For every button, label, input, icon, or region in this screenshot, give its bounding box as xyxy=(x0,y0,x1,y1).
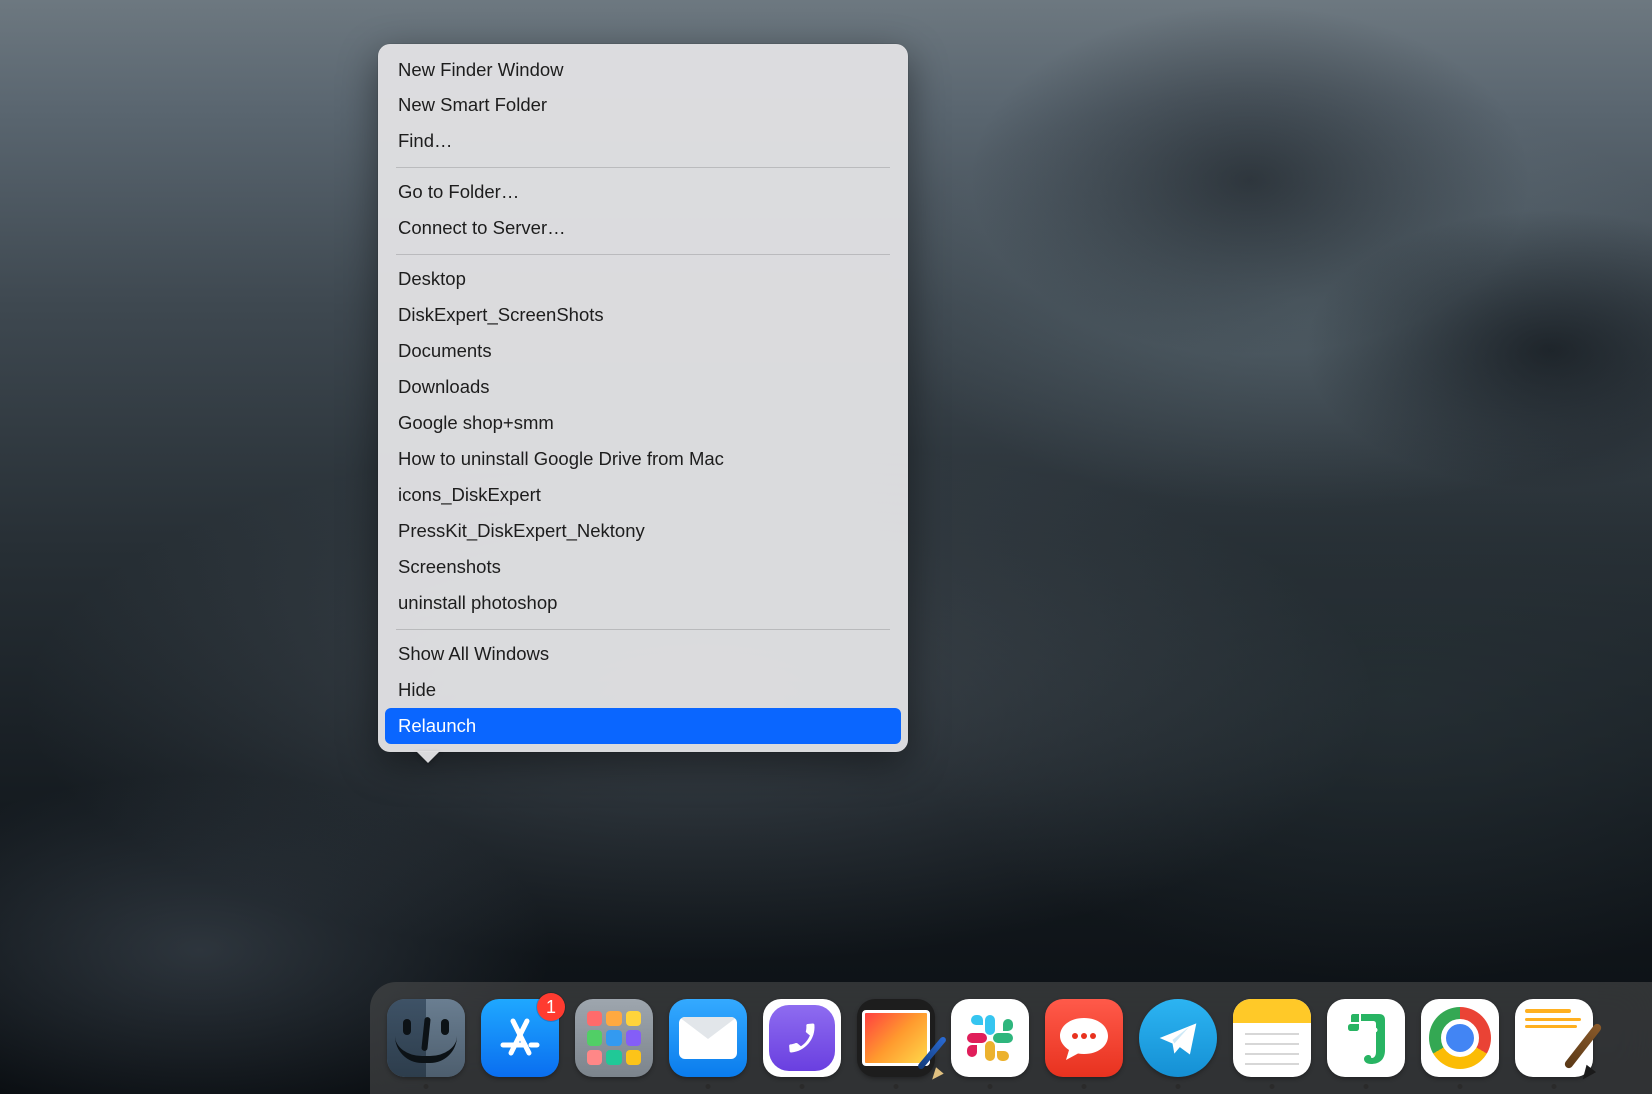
menu-separator xyxy=(396,167,890,168)
chat-icon xyxy=(1045,999,1123,1077)
notes-icon xyxy=(1233,999,1311,1077)
menu-separator xyxy=(396,254,890,255)
running-indicator xyxy=(1364,1084,1369,1089)
menu-item-find[interactable]: Find… xyxy=(378,124,908,160)
dock-item-pixelmator[interactable] xyxy=(854,999,938,1077)
running-indicator xyxy=(894,1084,899,1089)
running-indicator xyxy=(1552,1084,1557,1089)
menu-item-google-shop-smm[interactable]: Google shop+smm xyxy=(378,406,908,442)
evernote-icon xyxy=(1327,999,1405,1077)
menu-item-relaunch[interactable]: Relaunch xyxy=(385,708,901,744)
pixelmator-icon xyxy=(857,999,935,1077)
menu-item-new-smart-folder[interactable]: New Smart Folder xyxy=(378,88,908,124)
dock-item-telegram[interactable] xyxy=(1136,999,1220,1077)
menu-item-how-to-uninstall-google-drive-from-mac[interactable]: How to uninstall Google Drive from Mac xyxy=(378,442,908,478)
chrome-icon xyxy=(1421,999,1499,1077)
menu-separator xyxy=(396,629,890,630)
running-indicator xyxy=(1176,1084,1181,1089)
menu-item-diskexpert-screenshots[interactable]: DiskExpert_ScreenShots xyxy=(378,298,908,334)
pages-icon xyxy=(1515,999,1593,1077)
menu-item-documents[interactable]: Documents xyxy=(378,334,908,370)
dock-item-evernote[interactable] xyxy=(1324,999,1408,1077)
finder-icon xyxy=(387,999,465,1077)
menu-item-go-to-folder[interactable]: Go to Folder… xyxy=(378,175,908,211)
dock-item-mail[interactable] xyxy=(666,999,750,1077)
dock-item-chat[interactable] xyxy=(1042,999,1126,1077)
running-indicator xyxy=(988,1084,993,1089)
dock-item-app-store[interactable]: 1 xyxy=(478,999,562,1077)
menu-item-icons-diskexpert[interactable]: icons_DiskExpert xyxy=(378,478,908,514)
running-indicator xyxy=(706,1084,711,1089)
viber-icon xyxy=(763,999,841,1077)
finder-context-menu: New Finder WindowNew Smart FolderFind… Go… xyxy=(378,44,908,752)
running-indicator xyxy=(1458,1084,1463,1089)
slack-icon xyxy=(951,999,1029,1077)
mail-icon xyxy=(669,999,747,1077)
dock: 1 xyxy=(370,982,1652,1094)
menu-item-screenshots[interactable]: Screenshots xyxy=(378,550,908,586)
dock-item-chrome[interactable] xyxy=(1418,999,1502,1077)
running-indicator xyxy=(800,1084,805,1089)
menu-item-presskit-diskexpert-nektony[interactable]: PressKit_DiskExpert_Nektony xyxy=(378,514,908,550)
launchpad-icon xyxy=(575,999,653,1077)
dock-item-viber[interactable] xyxy=(760,999,844,1077)
menu-item-connect-to-server[interactable]: Connect to Server… xyxy=(378,211,908,247)
badge: 1 xyxy=(537,993,565,1021)
telegram-icon xyxy=(1139,999,1217,1077)
menu-item-downloads[interactable]: Downloads xyxy=(378,370,908,406)
dock-item-slack[interactable] xyxy=(948,999,1032,1077)
running-indicator xyxy=(424,1084,429,1089)
dock-item-pages[interactable] xyxy=(1512,999,1596,1077)
menu-item-uninstall-photoshop[interactable]: uninstall photoshop xyxy=(378,586,908,622)
menu-item-hide[interactable]: Hide xyxy=(378,673,908,709)
running-indicator xyxy=(1270,1084,1275,1089)
running-indicator xyxy=(1082,1084,1087,1089)
menu-item-show-all-windows[interactable]: Show All Windows xyxy=(378,637,908,673)
menu-item-desktop[interactable]: Desktop xyxy=(378,262,908,298)
dock-item-notes[interactable] xyxy=(1230,999,1314,1077)
appstore-icon: 1 xyxy=(481,999,559,1077)
menu-item-new-finder-window[interactable]: New Finder Window xyxy=(378,52,908,88)
dock-item-launchpad[interactable] xyxy=(572,999,656,1077)
dock-item-finder[interactable] xyxy=(384,999,468,1077)
